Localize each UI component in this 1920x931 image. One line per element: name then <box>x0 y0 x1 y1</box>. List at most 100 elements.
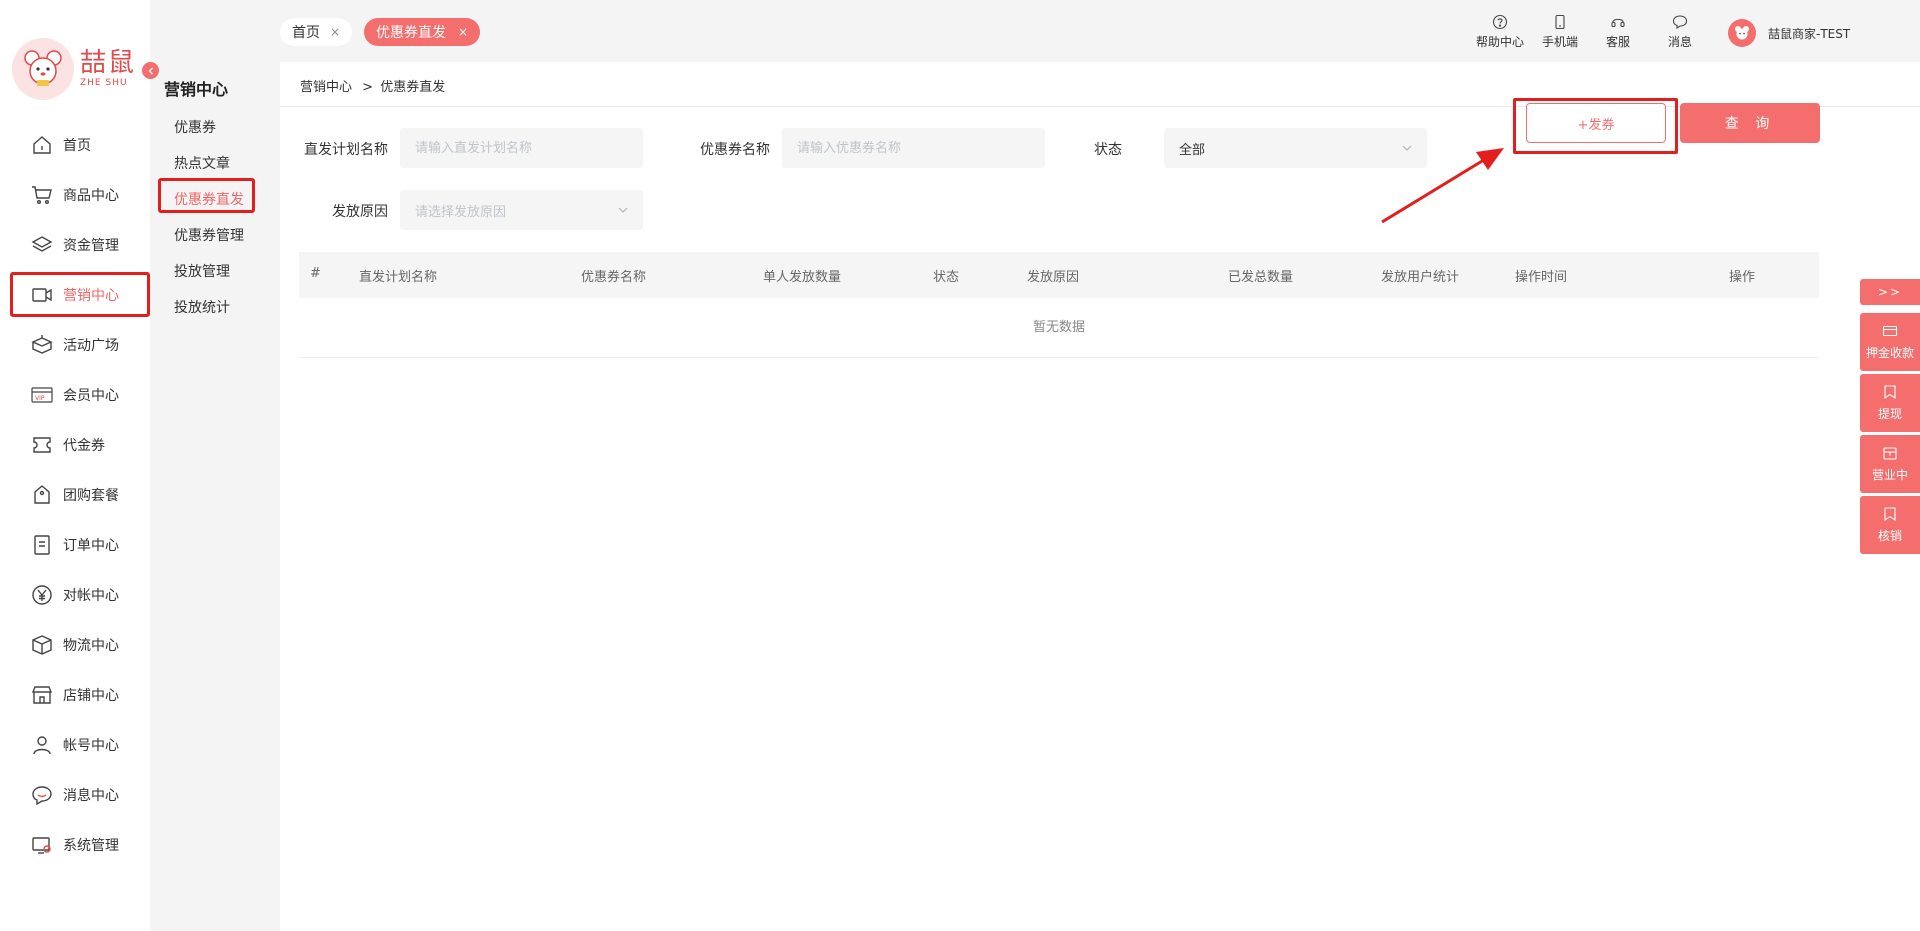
subnav-item-coupon-direct[interactable]: 优惠券直发 <box>150 182 280 218</box>
col-plan-name: 直发计划名称 <box>359 270 438 285</box>
coupon-name-label: 优惠券名称 <box>700 142 770 158</box>
mouse-mascot-icon <box>12 38 74 100</box>
tab-label: 优惠券直发 <box>376 25 446 41</box>
home-icon <box>33 136 51 154</box>
tab-home[interactable]: 首页 × <box>280 18 352 46</box>
reason-label: 发放原因 <box>332 204 388 220</box>
sidebar-item-label: 物流中心 <box>63 638 119 654</box>
sidebar-item-logistics[interactable]: 物流中心 <box>0 620 150 670</box>
top-header: 首页 × 优惠券直发 × 帮助中心 手机端 客服 消息 喆鼠商家-TEST <box>280 0 1920 62</box>
marketing-icon <box>32 288 52 302</box>
status-label: 状态 <box>1094 142 1122 158</box>
help-center-link[interactable]: 帮助中心 <box>1476 14 1524 50</box>
breadcrumb-separator: > <box>362 80 374 95</box>
messages-link[interactable]: 消息 <box>1668 14 1692 50</box>
chevron-down-icon <box>1402 145 1412 151</box>
dock-business-status[interactable]: 营业中 <box>1860 435 1920 493</box>
shop-icon <box>1883 447 1897 460</box>
breadcrumb-parent[interactable]: 营销中心 <box>300 80 352 95</box>
bookmark-icon <box>1884 385 1896 400</box>
sidebar-item-accounts[interactable]: 帐号中心 <box>0 720 150 770</box>
brand-logo: 喆鼠 ZHE SHU <box>12 38 136 100</box>
col-per-user-qty: 单人发放数量 <box>763 270 842 285</box>
table-header: # 直发计划名称 优惠券名称 单人发放数量 状态 发放原因 已发总数量 发放用户… <box>299 252 1819 298</box>
issue-coupon-button[interactable]: +发券 <box>1526 103 1666 143</box>
message-icon <box>1672 15 1688 30</box>
dock-toggle-button[interactable]: >> <box>1860 279 1920 305</box>
tag-icon <box>34 485 50 504</box>
sidebar-item-home[interactable]: 首页 <box>0 120 150 170</box>
status-select[interactable]: 全部 <box>1164 128 1427 168</box>
quick-action-dock: >> 押金收款 提现 营业中 核销 <box>1860 279 1920 557</box>
user-menu[interactable]: 喆鼠商家-TEST <box>1728 19 1850 47</box>
close-icon[interactable]: × <box>458 25 468 39</box>
header-link-label: 帮助中心 <box>1476 35 1525 49</box>
header-link-label: 手机端 <box>1542 35 1579 49</box>
sidebar-item-label: 活动广场 <box>63 338 119 354</box>
sidebar-item-label: 代金券 <box>63 438 105 454</box>
sidebar-item-label: 消息中心 <box>63 788 119 804</box>
coupon-name-input[interactable] <box>782 128 1045 168</box>
query-button[interactable]: 查 询 <box>1680 103 1820 143</box>
tab-coupon-direct[interactable]: 优惠券直发 × <box>364 18 480 46</box>
coupon-direct-table: # 直发计划名称 优惠券名称 单人发放数量 状态 发放原因 已发总数量 发放用户… <box>299 252 1819 358</box>
subnav-item-delivery-stats[interactable]: 投放统计 <box>150 290 280 326</box>
sidebar-item-vouchers[interactable]: 代金券 <box>0 420 150 470</box>
user-name: 喆鼠商家-TEST <box>1768 26 1851 41</box>
sidebar-item-label: 商品中心 <box>63 188 119 204</box>
sidebar-item-stores[interactable]: 店铺中心 <box>0 670 150 720</box>
sidebar-collapse-button[interactable] <box>142 62 159 79</box>
sidebar-item-label: 帐号中心 <box>63 738 119 754</box>
chevron-left-icon <box>148 67 153 74</box>
dock-item-label: 押金收款 <box>1865 346 1914 360</box>
sidebar-item-messages[interactable]: 消息中心 <box>0 770 150 820</box>
col-actions: 操作 <box>1729 270 1756 285</box>
mobile-link[interactable]: 手机端 <box>1542 14 1578 50</box>
brand-name-cn: 喆鼠 <box>80 48 137 78</box>
col-index: # <box>310 266 321 281</box>
customer-service-link[interactable]: 客服 <box>1606 14 1630 50</box>
subnav-item-coupon-manage[interactable]: 优惠券管理 <box>150 218 280 254</box>
sidebar-item-label: 会员中心 <box>63 388 119 404</box>
ticket-icon <box>33 437 51 453</box>
subnav-item-hot-articles[interactable]: 热点文章 <box>150 146 280 182</box>
sidebar-item-system[interactable]: 系统管理 <box>0 820 150 870</box>
store-icon <box>31 686 53 704</box>
dock-withdraw[interactable]: 提现 <box>1860 374 1920 432</box>
chevron-down-icon <box>618 207 628 213</box>
close-icon[interactable]: × <box>330 25 340 39</box>
sidebar-item-orders[interactable]: 订单中心 <box>0 520 150 570</box>
sidebar-item-reconciliation[interactable]: 对帐中心 <box>0 570 150 620</box>
user-icon <box>33 736 51 755</box>
plan-name-input[interactable] <box>400 128 643 168</box>
dock-deposit-collection[interactable]: 押金收款 <box>1860 313 1920 371</box>
sidebar-item-marketing[interactable]: 营销中心 <box>0 270 150 320</box>
list-icon <box>34 535 50 555</box>
dock-item-label: 营业中 <box>1871 468 1908 482</box>
subnav-item-coupons[interactable]: 优惠券 <box>150 110 280 146</box>
sidebar-item-group-buy[interactable]: 团购套餐 <box>0 470 150 520</box>
sidebar-item-funds[interactable]: 资金管理 <box>0 220 150 270</box>
header-link-label: 消息 <box>1668 35 1693 49</box>
plan-name-label: 直发计划名称 <box>304 142 388 158</box>
dock-verify[interactable]: 核销 <box>1860 496 1920 554</box>
col-coupon-name: 优惠券名称 <box>581 270 647 285</box>
avatar <box>1728 19 1756 47</box>
sidebar-item-activity[interactable]: 活动广场 <box>0 320 150 370</box>
phone-icon <box>1555 14 1565 30</box>
secondary-sidebar: 营销中心 优惠券 热点文章 优惠券直发 优惠券管理 投放管理 投放统计 <box>150 0 280 931</box>
status-select-value: 全部 <box>1179 142 1206 158</box>
subnav-title: 营销中心 <box>164 80 229 99</box>
primary-menu: 首页 商品中心 资金管理 营销中心 活动广场 VIP 会员中心 代金券 团购套餐 <box>0 120 150 870</box>
sidebar-item-label: 对帐中心 <box>63 588 119 604</box>
primary-sidebar: 喆鼠 ZHE SHU 首页 商品中心 资金管理 营销中心 活动广场 VIP 会员… <box>0 0 150 931</box>
sidebar-item-members[interactable]: VIP 会员中心 <box>0 370 150 420</box>
sidebar-item-products[interactable]: 商品中心 <box>0 170 150 220</box>
sidebar-item-label: 系统管理 <box>63 838 119 854</box>
col-user-stats: 发放用户统计 <box>1381 270 1460 285</box>
sidebar-item-label: 资金管理 <box>63 238 119 254</box>
help-icon <box>1492 14 1508 30</box>
cart-icon <box>32 186 52 205</box>
subnav-item-delivery-manage[interactable]: 投放管理 <box>150 254 280 290</box>
reason-select[interactable]: 请选择发放原因 <box>400 190 643 230</box>
